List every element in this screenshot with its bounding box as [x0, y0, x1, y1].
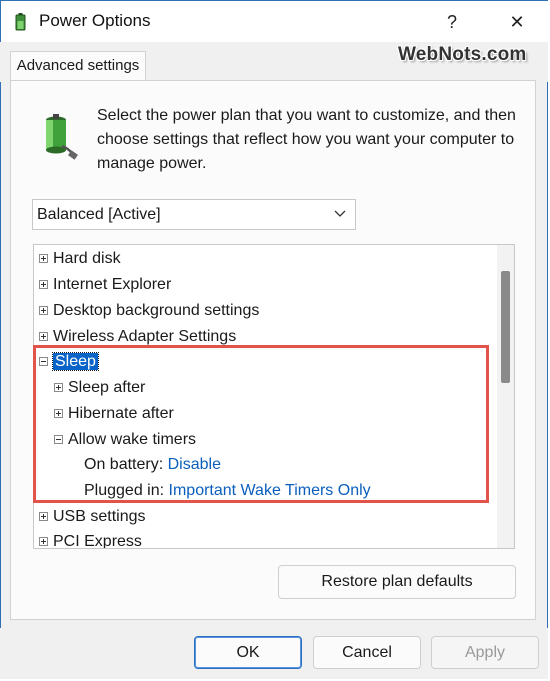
setting-label: On battery:	[84, 456, 164, 473]
tree-item-label: Hibernate after	[68, 405, 174, 422]
collapse-icon[interactable]	[54, 435, 63, 445]
tree-item-desktop-background[interactable]: Desktop background settings	[39, 298, 259, 324]
tree-item-label: Allow wake timers	[68, 431, 197, 448]
title-bar[interactable]: Power Options ? ✕	[1, 1, 549, 43]
expand-icon[interactable]	[39, 306, 48, 316]
expand-icon[interactable]	[39, 332, 48, 342]
tree-item-hard-disk[interactable]: Hard disk	[39, 246, 121, 272]
watermark: WebNots.com	[398, 44, 527, 65]
expand-icon[interactable]	[54, 383, 63, 393]
setting-on-battery: On battery: Disable	[84, 452, 221, 478]
tree-item-label: Wireless Adapter Settings	[53, 328, 237, 345]
expand-icon[interactable]	[39, 254, 48, 264]
cancel-button[interactable]: Cancel	[313, 636, 421, 669]
tree-item-pci-express[interactable]: PCI Express	[39, 529, 142, 549]
tree-item-label: Desktop background settings	[53, 302, 260, 319]
restore-plan-defaults-button[interactable]: Restore plan defaults	[278, 565, 516, 599]
tree-item-hibernate-after[interactable]: Hibernate after	[54, 401, 174, 427]
settings-tree[interactable]: Hard disk Internet Explorer Desktop back…	[33, 244, 515, 549]
expand-icon[interactable]	[54, 409, 63, 419]
tree-item-usb-settings[interactable]: USB settings	[39, 504, 145, 530]
expand-icon[interactable]	[39, 537, 48, 547]
tab-advanced-settings[interactable]: Advanced settings	[10, 51, 146, 82]
tree-item-label: Hard disk	[53, 250, 121, 267]
tree-item-label: Internet Explorer	[53, 276, 172, 293]
intro-text: Select the power plan that you want to c…	[97, 107, 516, 172]
tree-item-label: PCI Express	[53, 533, 142, 549]
tree-item-allow-wake-timers[interactable]: Allow wake timers	[54, 427, 196, 453]
collapse-icon[interactable]	[39, 357, 48, 367]
ok-button[interactable]: OK	[194, 636, 302, 669]
power-options-icon	[15, 13, 26, 31]
setting-label: Plugged in:	[84, 482, 165, 499]
scrollbar-thumb[interactable]	[501, 271, 510, 383]
tree-item-label: Sleep after	[68, 379, 146, 396]
on-battery-value-link[interactable]: Disable	[168, 456, 221, 473]
help-button[interactable]: ?	[429, 1, 475, 43]
window-title: Power Options	[39, 11, 151, 30]
expand-icon[interactable]	[39, 512, 48, 522]
vertical-scrollbar[interactable]	[497, 245, 514, 548]
close-button[interactable]: ✕	[494, 1, 540, 43]
plugged-in-value-link[interactable]: Important Wake Timers Only	[169, 482, 371, 499]
tree-item-internet-explorer[interactable]: Internet Explorer	[39, 272, 171, 298]
chevron-down-icon	[334, 200, 346, 240]
apply-button[interactable]: Apply	[431, 636, 539, 669]
tree-item-label: Sleep	[52, 352, 99, 371]
tree-item-wireless-adapter[interactable]: Wireless Adapter Settings	[39, 324, 236, 350]
setting-plugged-in: Plugged in: Important Wake Timers Only	[84, 478, 371, 504]
expand-icon[interactable]	[39, 280, 48, 290]
power-plan-dropdown[interactable]: Balanced [Active]	[32, 199, 356, 230]
power-plan-selected: Balanced [Active]	[37, 206, 161, 223]
battery-plug-icon	[46, 114, 78, 160]
tree-item-label: USB settings	[53, 508, 146, 525]
tree-item-sleep[interactable]: Sleep	[39, 349, 99, 375]
tree-item-sleep-after[interactable]: Sleep after	[54, 375, 145, 401]
